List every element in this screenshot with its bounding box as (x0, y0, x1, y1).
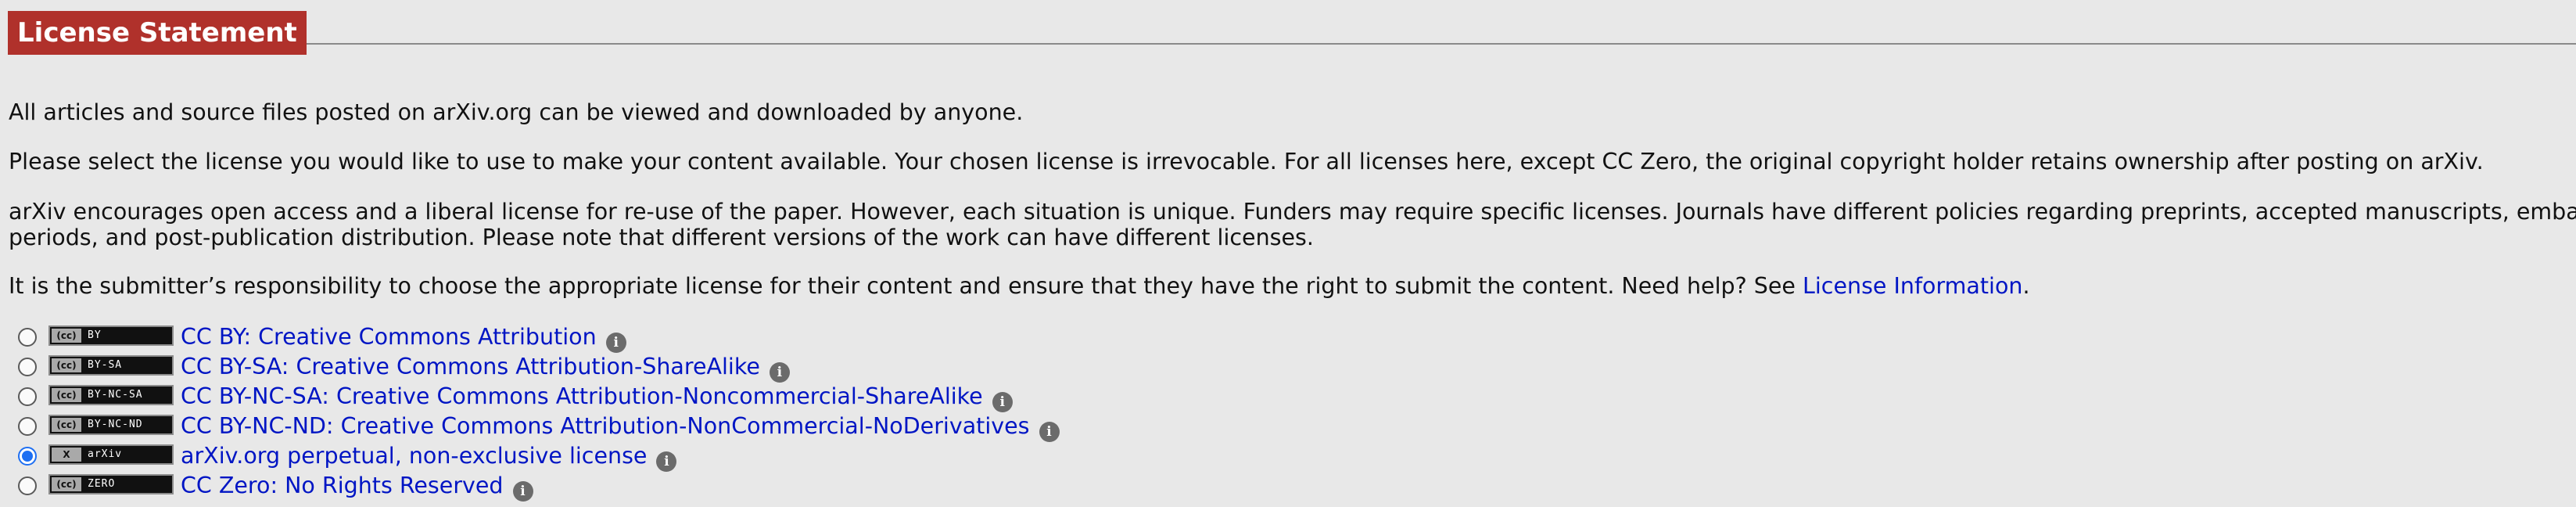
arxiv-badge-icon: XarXiv (48, 444, 174, 465)
license-statement-page: License Statement All articles and sourc… (0, 0, 2576, 507)
cc-by-sa-badge-icon: (cc) BY-SA (48, 355, 174, 376)
cc-by-badge-icon: (cc) BY (48, 325, 174, 346)
license-radio[interactable] (18, 476, 37, 495)
license-option-label[interactable]: CC BY-NC-SA: Creative Commons Attributio… (181, 382, 1013, 412)
section-header: License Statement (8, 11, 2576, 58)
cc-zero-badge-icon: (cc) ZERO (48, 474, 174, 494)
paragraph-open-access-line1: arXiv encourages open access and a liber… (9, 199, 2576, 225)
responsibility-text: It is the submitter’s responsibility to … (9, 273, 1803, 299)
info-icon[interactable]: i (1039, 422, 1060, 442)
license-radio[interactable] (18, 417, 37, 436)
license-option-cc-zero[interactable]: (cc) ZERO CC Zero: No Rights Reserved i (0, 471, 1564, 502)
license-radio[interactable] (18, 328, 37, 347)
license-option-cc-by-sa[interactable]: (cc) BY-SA CC BY-SA: Creative Commons Att… (0, 352, 1564, 383)
info-icon[interactable]: i (769, 362, 790, 383)
license-option-arxiv-perpetual[interactable]: XarXiv arXiv.org perpetual, non-exclusiv… (0, 441, 1564, 472)
license-option-cc-by[interactable]: (cc) BY CC BY: Creative Commons Attributi… (0, 322, 1564, 353)
responsibility-period: . (2022, 273, 2030, 299)
paragraph-responsibility: It is the submitter’s responsibility to … (9, 273, 2030, 299)
section-divider (8, 43, 2576, 45)
license-option-cc-by-nc-nd[interactable]: (cc) BY-NC-ND CC BY-NC-ND: Creative Commo… (0, 412, 1564, 442)
info-icon[interactable]: i (656, 451, 677, 472)
info-icon[interactable]: i (512, 481, 533, 502)
paragraph-access: All articles and source files posted on … (9, 99, 1024, 125)
license-information-link[interactable]: License Information (1803, 273, 2022, 299)
info-icon[interactable]: i (605, 333, 626, 353)
license-option-label[interactable]: CC BY-SA: Creative Commons Attribution-S… (181, 352, 790, 383)
license-radio[interactable] (18, 358, 37, 376)
license-radio[interactable] (18, 387, 37, 406)
license-radio-selected[interactable] (18, 447, 37, 466)
paragraph-open-access-line2: periods, and post-publication distributi… (9, 225, 1314, 250)
license-option-label[interactable]: arXiv.org perpetual, non-exclusive licen… (181, 441, 677, 472)
license-option-label[interactable]: CC BY: Creative Commons Attribution i (181, 322, 626, 353)
license-option-label[interactable]: CC Zero: No Rights Reserved i (181, 471, 533, 502)
cc-by-nc-sa-badge-icon: (cc) BY-NC-SA (48, 385, 174, 405)
section-title: License Statement (8, 11, 307, 55)
info-icon[interactable]: i (992, 392, 1013, 412)
cc-by-nc-nd-badge-icon: (cc) BY-NC-ND (48, 415, 174, 435)
paragraph-select-license: Please select the license you would like… (9, 149, 2484, 174)
license-option-label[interactable]: CC BY-NC-ND: Creative Commons Attributio… (181, 412, 1060, 442)
license-option-cc-by-nc-sa[interactable]: (cc) BY-NC-SA CC BY-NC-SA: Creative Commo… (0, 382, 1564, 412)
